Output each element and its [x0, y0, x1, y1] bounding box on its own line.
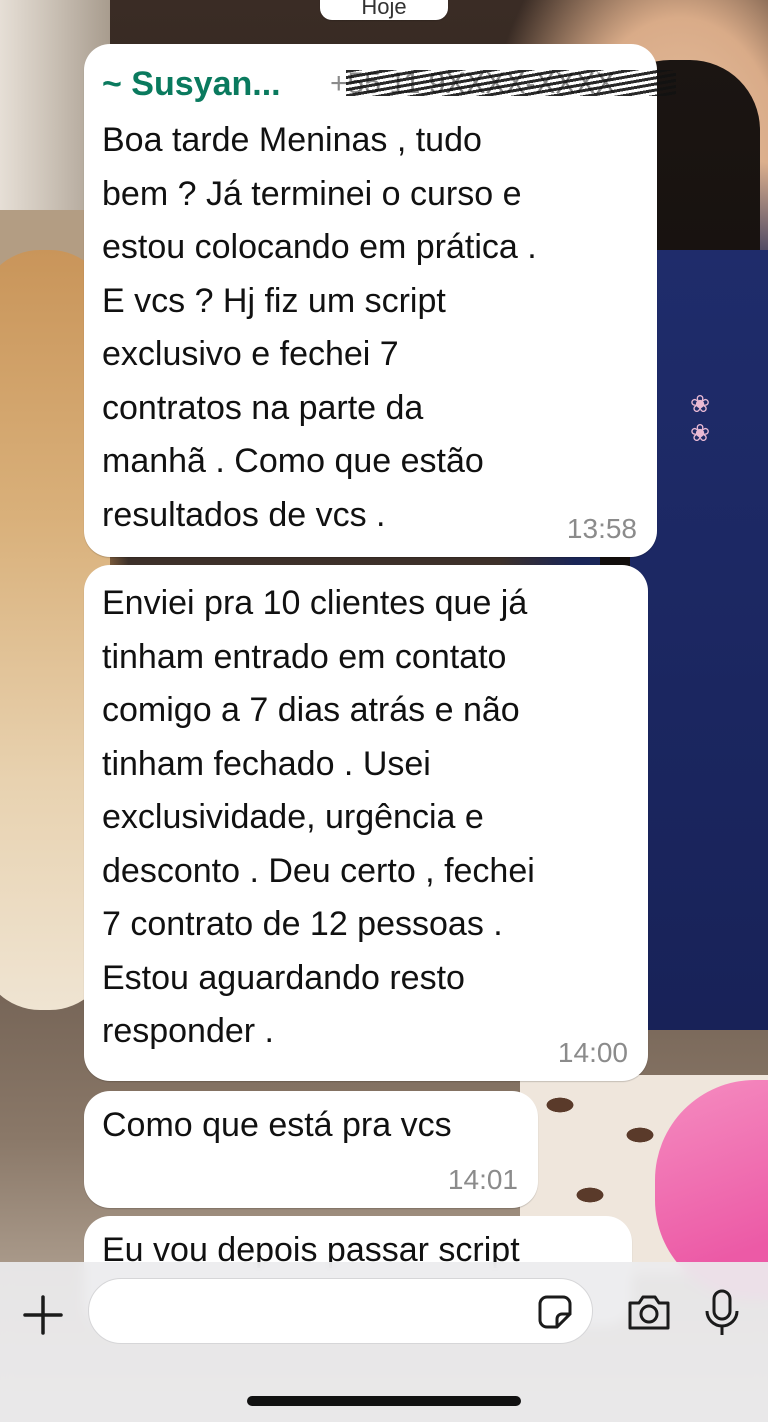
- message-time: 14:00: [557, 1037, 628, 1068]
- redaction-scribble: [346, 70, 676, 96]
- message-text: Boa tarde Meninas , tudo bem ? Já termin…: [102, 121, 537, 534]
- message-input[interactable]: [109, 1289, 533, 1335]
- sender-row: ~ Susyan... +55 11 9XXXX-XXXX: [102, 56, 676, 114]
- message-bubble[interactable]: Enviei pra 10 clientes que já tinham ent…: [84, 565, 648, 1081]
- sticker-icon[interactable]: [537, 1294, 573, 1330]
- message-bubble[interactable]: Como que está pra vcs 14:01: [84, 1091, 538, 1208]
- composer-bar: [0, 1262, 768, 1422]
- message-bubble[interactable]: ~ Susyan... +55 11 9XXXX-XXXX Boa tarde …: [84, 44, 676, 557]
- message-text: Como que está pra vcs: [102, 1106, 452, 1144]
- wallpaper-flower-print: ❀ ❀: [690, 391, 711, 447]
- message-time: 13:58: [566, 513, 637, 544]
- microphone-icon[interactable]: [702, 1288, 742, 1338]
- sender-name[interactable]: ~ Susyan...: [102, 56, 281, 112]
- plus-icon[interactable]: [20, 1292, 66, 1338]
- date-separator: Hoje: [320, 0, 448, 20]
- date-label: Hoje: [361, 0, 407, 19]
- message-text: Enviei pra 10 clientes que já tinham ent…: [102, 584, 535, 1050]
- message-time: 14:01: [447, 1164, 518, 1195]
- message-input-box[interactable]: [88, 1278, 593, 1344]
- camera-icon[interactable]: [626, 1292, 672, 1332]
- home-indicator[interactable]: [247, 1396, 521, 1406]
